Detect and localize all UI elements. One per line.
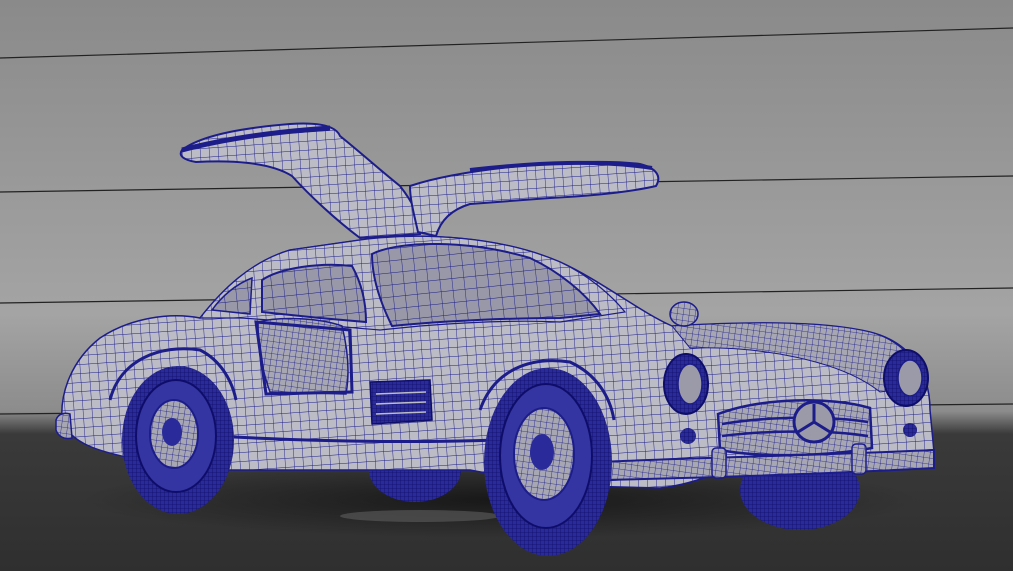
fog-light-right: [903, 423, 917, 437]
side-window[interactable]: [261, 263, 368, 324]
headlight-left-lens: [677, 363, 703, 405]
rear-hubcap: [162, 418, 182, 446]
rear-wheel[interactable]: [122, 366, 234, 514]
bumper-guard-right: [851, 443, 867, 475]
wing-mirror[interactable]: [669, 301, 699, 327]
headlight-right-lens: [897, 359, 923, 397]
star-emblem-icon: [792, 400, 836, 444]
fog-light-left: [680, 428, 696, 444]
3d-viewport[interactable]: [0, 0, 1013, 571]
bumper-guard-left: [711, 447, 727, 479]
front-wheel[interactable]: [484, 368, 612, 556]
front-hubcap: [530, 434, 554, 470]
rear-bumper[interactable]: [55, 412, 73, 440]
viewport-canvas[interactable]: [0, 0, 1013, 571]
ground-shadow-small: [340, 510, 500, 522]
